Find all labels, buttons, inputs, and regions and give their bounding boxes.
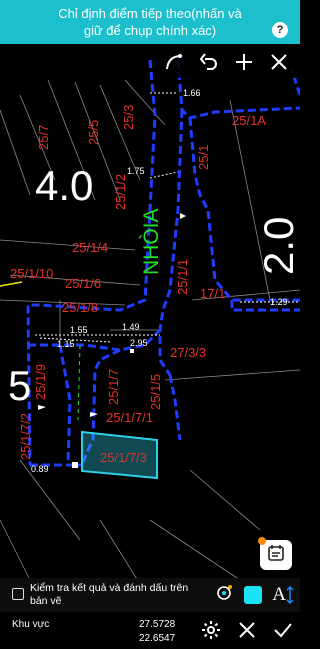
svg-text:1.66: 1.66 — [183, 88, 201, 98]
parcel-25-1: 25/1 — [196, 145, 211, 170]
parcel-25-1-7: 25/1/7 — [106, 369, 121, 405]
add-point-icon[interactable] — [230, 48, 258, 76]
svg-text:1.49: 1.49 — [122, 322, 140, 332]
zone-label-2: 2.0 — [255, 217, 300, 275]
notes-icon — [267, 544, 285, 567]
svg-text:1.15: 1.15 — [57, 339, 75, 349]
check-result-checkbox[interactable] — [12, 588, 24, 600]
street-name: NHÒIA — [140, 208, 163, 275]
parcel-27-3-3: 27/3/3 — [170, 345, 206, 360]
parcel-25-1-9: 25/1/9 — [33, 364, 48, 400]
confirm-icon[interactable] — [270, 616, 296, 644]
svg-text:1.55: 1.55 — [70, 325, 88, 335]
parcel-25-1a: 25/1A — [232, 113, 266, 128]
notes-button[interactable] — [258, 537, 292, 570]
layer-style-icon[interactable] — [214, 583, 234, 608]
color-swatch[interactable] — [244, 586, 263, 604]
parcel-25-1-10: 25/1/10 — [10, 266, 53, 281]
settings-icon[interactable] — [198, 616, 224, 644]
parcel-25-3: 25/3 — [121, 105, 136, 130]
bottom-bar: Khu vực 27.5728 22.6547 — [0, 612, 300, 649]
help-button[interactable]: ? — [272, 22, 288, 38]
cadastral-map[interactable]: 4.0 5 2.0 NHÒIA 25/7 25/5 25/3 25/1A 25/… — [0, 0, 300, 649]
parcel-25-1-1: 25/1/1 — [175, 259, 190, 295]
parcel-25-1-8: 25/1/8 — [62, 300, 98, 315]
close-icon[interactable] — [265, 48, 293, 76]
bottom-actions — [198, 616, 296, 644]
parcel-17-1: 17/1 — [200, 286, 225, 301]
parcel-25-1-7-3: 25/1/7/3 — [100, 450, 147, 465]
parcel-25-1-7-2: 25/1/7/2 — [18, 413, 33, 460]
area-label: Khu vực — [12, 619, 50, 630]
undo-icon[interactable] — [195, 48, 223, 76]
svg-text:2.95: 2.95 — [130, 338, 148, 348]
instruction-banner: Chỉ định điểm tiếp theo(nhấn và giữ để c… — [0, 0, 300, 44]
svg-text:1.29: 1.29 — [270, 297, 288, 307]
instruction-line-2: giữ để chụp chính xác) — [83, 23, 217, 38]
svg-text:1.75: 1.75 — [127, 166, 145, 176]
parcel-25-1-4: 25/1/4 — [72, 240, 108, 255]
cancel-icon[interactable] — [234, 616, 260, 644]
parcel-25-1-5: 25/1/5 — [148, 374, 163, 410]
area-value-1: 27.5728 — [139, 619, 176, 630]
parcel-25-7: 25/7 — [36, 125, 51, 150]
zone-label-4: 4.0 — [35, 162, 93, 209]
parcel-25-1-6: 25/1/6 — [65, 276, 101, 291]
drawing-toolbar — [156, 46, 296, 78]
style-tools: A — [214, 581, 294, 609]
area-value-2: 22.6547 — [139, 633, 176, 644]
check-option-row: Kiểm tra kết quả và đánh dấu trên bản vẽ… — [0, 578, 300, 612]
notification-dot — [258, 537, 266, 545]
text-tool-icon[interactable]: A — [272, 584, 294, 606]
zone-label-5: 5 — [8, 362, 31, 409]
check-result-label[interactable]: Kiểm tra kết quả và đánh dấu trên bản vẽ — [30, 582, 195, 608]
parcel-25-5: 25/5 — [86, 120, 101, 145]
parcel-25-1-2: 25/1/2 — [113, 174, 128, 210]
svg-text:0.89: 0.89 — [31, 464, 49, 474]
parcel-25-1-7-1: 25/1/7/1 — [106, 410, 153, 425]
instruction-line-1: Chỉ định điểm tiếp theo(nhấn và — [58, 6, 242, 21]
curve-tool-icon[interactable] — [160, 48, 188, 76]
